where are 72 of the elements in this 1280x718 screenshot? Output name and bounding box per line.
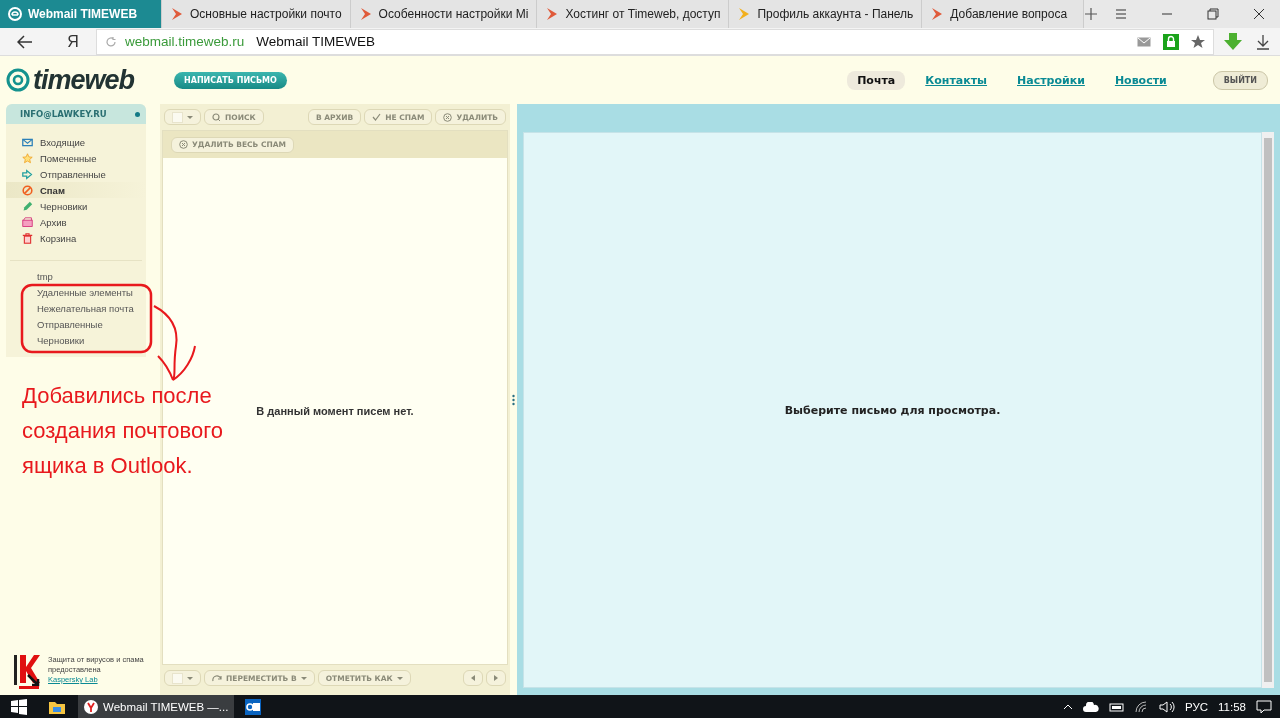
- previous-button[interactable]: [463, 670, 483, 686]
- download-arrow-icon[interactable]: [1224, 32, 1242, 51]
- yandex-button[interactable]: Я: [50, 32, 96, 51]
- download-icon[interactable]: [1256, 33, 1270, 50]
- browser-tab[interactable]: Webmail TIMEWEB: [0, 0, 162, 28]
- clear-icon: [443, 112, 453, 122]
- browser-icon: [84, 699, 98, 714]
- preview-empty-message: Выберите письмо для просмотра.: [784, 403, 1001, 417]
- cloud-icon[interactable]: [1083, 701, 1100, 712]
- caret-icon: [396, 676, 403, 680]
- new-tab-icon[interactable]: [1084, 7, 1099, 21]
- clock[interactable]: 11:58: [1218, 700, 1246, 713]
- spam-icon: [22, 184, 33, 196]
- starred-icon: [22, 152, 33, 164]
- nav-link[interactable]: Почта: [847, 70, 906, 90]
- outlook-icon[interactable]: [245, 698, 262, 715]
- reload-icon[interactable]: [105, 35, 117, 48]
- folder-item[interactable]: Корзина: [6, 230, 146, 246]
- taskbar-app[interactable]: Webmail TIMEWEB —...: [78, 695, 235, 718]
- battery-icon[interactable]: [1109, 701, 1126, 712]
- windows-start-icon[interactable]: [11, 698, 27, 715]
- left-triangle-icon: [471, 675, 475, 681]
- star-icon[interactable]: [1191, 34, 1205, 49]
- chevron-up-icon[interactable]: [1063, 703, 1074, 710]
- nav-link[interactable]: Новости: [1104, 70, 1177, 90]
- inbox-icon: [22, 136, 33, 148]
- splitter-handle-icon[interactable]: [512, 393, 515, 406]
- folder-item[interactable]: Отправленные: [6, 166, 146, 182]
- folder-item[interactable]: Нежелательная почта: [6, 301, 146, 317]
- browser-tab[interactable]: Добавление вопроса: [922, 0, 1085, 28]
- folder-item[interactable]: Удаленные элементы: [6, 285, 146, 301]
- check-icon: [372, 113, 382, 121]
- back-icon[interactable]: [17, 34, 33, 49]
- right-triangle-icon: [494, 675, 498, 681]
- folder-icon[interactable]: [49, 699, 65, 714]
- logout-button[interactable]: ВЫЙТИ: [1212, 70, 1268, 90]
- archive-icon: [22, 216, 33, 228]
- notifications-icon[interactable]: [1256, 699, 1272, 714]
- browser-tab[interactable]: Профиль аккаунта - Панель: [729, 0, 923, 28]
- folder-item[interactable]: Черновики: [6, 198, 146, 214]
- folder-item[interactable]: Черновики: [6, 333, 146, 349]
- next-button[interactable]: [486, 670, 506, 686]
- logo-text: timeweb: [33, 64, 135, 96]
- language-indicator[interactable]: РУС: [1185, 700, 1209, 713]
- drafts-icon: [22, 200, 33, 212]
- browser-tab[interactable]: Особенности настройки Mi: [350, 0, 538, 28]
- folder-item[interactable]: Входящие: [6, 134, 146, 150]
- antivirus-logo-icon: [14, 655, 40, 689]
- empty-message: В данный момент писем нет.: [256, 405, 414, 417]
- account-header[interactable]: INFO@LAWKEY.RU: [6, 104, 146, 124]
- redo-arrow-icon: [212, 674, 222, 682]
- mail-icon[interactable]: [1137, 36, 1151, 47]
- folder-item[interactable]: tmp: [6, 269, 146, 285]
- caret-icon: [187, 676, 193, 680]
- folder-item[interactable]: Архив: [6, 214, 146, 230]
- speaker-icon[interactable]: [1159, 700, 1176, 713]
- search-icon: [212, 112, 221, 121]
- folder-item[interactable]: Отправленные: [6, 317, 146, 333]
- sent-icon: [22, 168, 33, 180]
- caret-icon: [187, 115, 193, 119]
- scrollbar-thumb[interactable]: [1264, 138, 1272, 682]
- annotation-text: Добавились после создания почтового ящика в Outlook.: [22, 382, 225, 480]
- folder-item[interactable]: Помеченные: [6, 150, 146, 166]
- nav-link[interactable]: Настройки: [1007, 70, 1095, 90]
- lock-icon[interactable]: [1163, 33, 1179, 50]
- nav-link[interactable]: Контакты: [915, 70, 998, 90]
- browser-tab[interactable]: Основные настройки почто: [162, 0, 351, 28]
- address-field[interactable]: webmail.timeweb.ru Webmail TIMEWEB: [96, 28, 1214, 55]
- clear-icon: [179, 140, 188, 149]
- caret-icon: [300, 676, 307, 680]
- trash-icon: [22, 232, 33, 244]
- browser-tab[interactable]: Хостинг от Timeweb, доступ: [537, 0, 730, 28]
